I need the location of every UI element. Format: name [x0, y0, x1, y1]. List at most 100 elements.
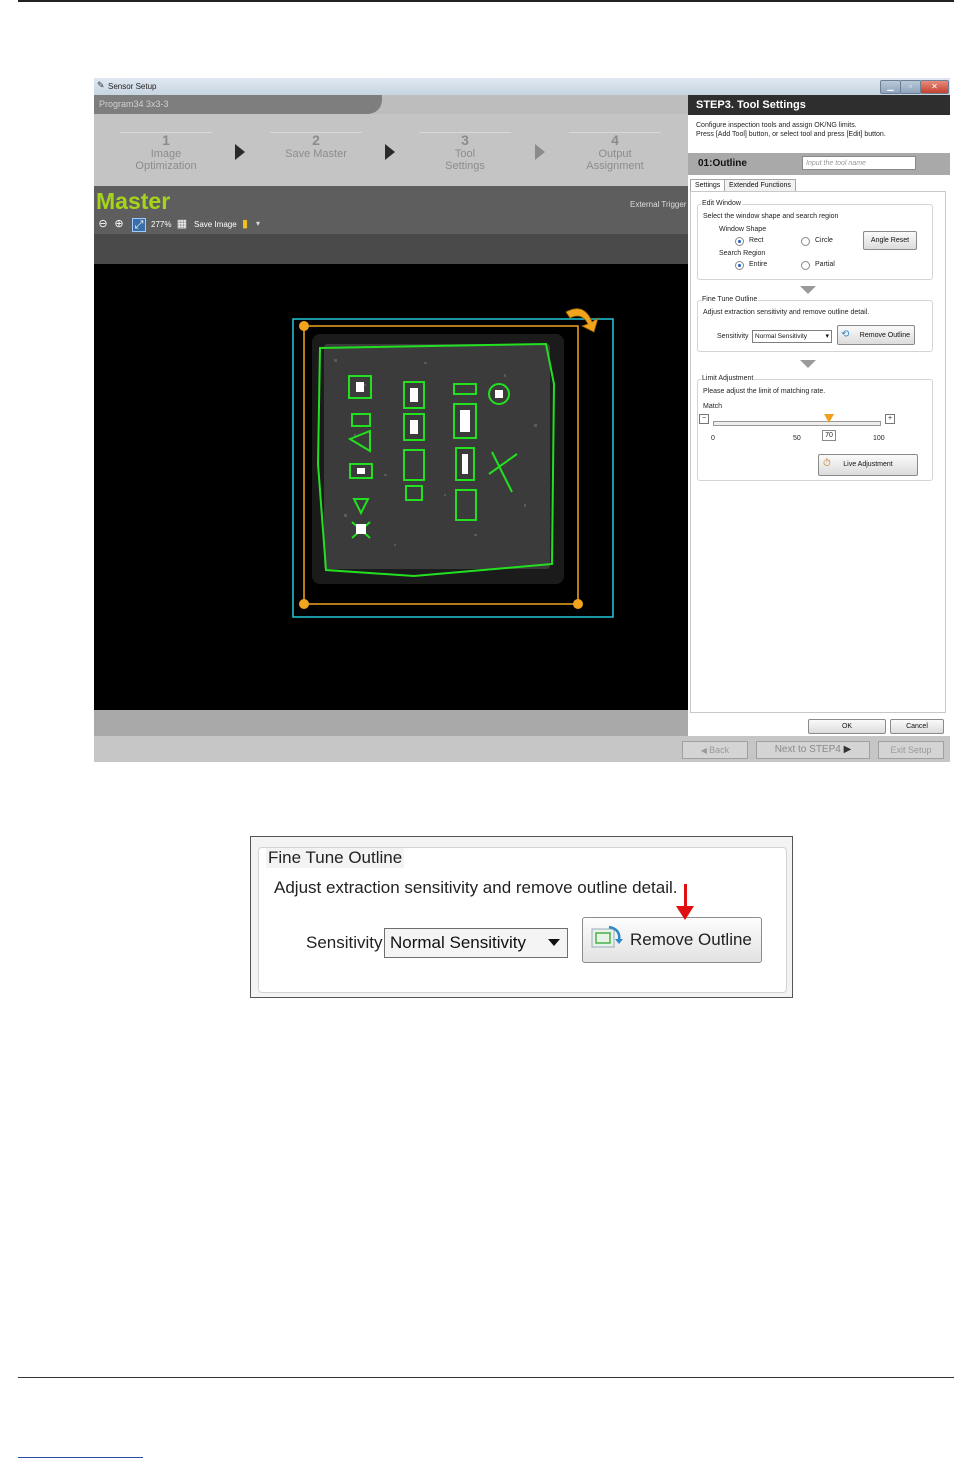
zoom-level: 277%	[151, 220, 172, 229]
step-1[interactable]: 1 Image Optimization	[120, 132, 212, 172]
image-viewer[interactable]	[94, 264, 688, 710]
next-arrow-icon: ▶	[840, 744, 852, 755]
callout-remove-outline-label: Remove Outline	[630, 930, 752, 949]
live-adjustment-button[interactable]: ⏱ Live Adjustment	[818, 454, 918, 476]
limit-adjustment-title: Limit Adjustment	[701, 375, 755, 382]
step-2[interactable]: 2 Save Master	[270, 132, 362, 160]
viewer-toolbar: ⊖ ⊕ ⤢ 277% ▦ Save Image ▮ ▾	[94, 214, 688, 234]
remove-outline-icon: ⟲	[841, 329, 850, 340]
tick-50: 50	[793, 435, 801, 442]
fine-tune-desc: Adjust extraction sensitivity and remove…	[703, 309, 870, 316]
callout-sensitivity-label: Sensitivity	[306, 933, 383, 952]
remove-outline-label: Remove Outline	[859, 332, 910, 339]
tab-extended-functions[interactable]: Extended Functions	[724, 179, 796, 191]
viewer-top-strip	[94, 234, 688, 264]
maximize-button[interactable]: ▫	[900, 80, 921, 94]
next-step-button[interactable]: Next to STEP4 ▶	[756, 741, 870, 759]
exit-setup-button[interactable]: Exit Setup	[878, 741, 944, 759]
radio-rect[interactable]	[735, 237, 744, 246]
settings-tabs: Settings Extended Functions	[690, 179, 944, 191]
next-step-label: Next to STEP4	[774, 744, 841, 755]
radio-rect-label: Rect	[749, 237, 764, 244]
window-title: Sensor Setup	[108, 82, 157, 91]
step-2-label: Save Master	[285, 148, 347, 160]
save-image-button[interactable]: Save Image	[194, 220, 237, 229]
ok-button[interactable]: OK	[808, 719, 886, 734]
flow-arrow-1	[800, 286, 816, 294]
remove-outline-button[interactable]: ⟲ Remove Outline	[837, 325, 915, 345]
panel-title: STEP3. Tool Settings	[696, 99, 806, 111]
back-button[interactable]: ◀ Back	[682, 741, 748, 759]
edit-window-desc: Select the window shape and search regio…	[703, 213, 839, 220]
app-icon: ✎	[97, 80, 105, 90]
step-3[interactable]: 3 Tool Settings	[419, 132, 511, 172]
window-shape-label: Window Shape	[719, 226, 767, 233]
viewer-bottom-strip	[94, 710, 688, 736]
radio-circle-label: Circle	[815, 237, 833, 244]
panel-description-line-1: Configure inspection tools and assign OK…	[696, 122, 857, 129]
edit-window-handle	[299, 599, 309, 609]
radio-partial-label: Partial	[815, 261, 835, 268]
flow-arrow-2	[800, 360, 816, 368]
step-navigation: 1 Image Optimization 2 Save Master 3 Too…	[94, 114, 688, 186]
footer-link-rule	[18, 1457, 143, 1458]
edit-window-handle	[299, 321, 309, 331]
pointer-arrow-shaft	[684, 884, 687, 908]
decrease-button[interactable]: −	[699, 414, 709, 424]
page-top-rule	[18, 0, 954, 2]
match-slider-track[interactable]	[713, 421, 881, 426]
zoom-in-icon[interactable]: ⊕	[113, 218, 125, 230]
step-3-label: Tool Settings	[445, 148, 485, 172]
master-header: Master External Trigger ⊖ ⊕ ⤢ 277% ▦ Sav…	[94, 186, 688, 234]
panel-header: STEP3. Tool Settings	[688, 95, 950, 115]
angle-reset-button[interactable]: Angle Reset	[863, 231, 917, 250]
part-face	[324, 344, 550, 569]
live-adjustment-label: Live Adjustment	[843, 461, 893, 468]
callout-sensitivity-select[interactable]: Normal Sensitivity	[384, 928, 568, 958]
tick-100: 100	[873, 435, 885, 442]
tool-name-input[interactable]: Input the tool name	[802, 156, 916, 170]
chevron-down-icon	[548, 939, 560, 946]
panel-description-line-2: Press [Add Tool] button, or select tool …	[696, 131, 886, 138]
back-arrow-icon: ◀	[700, 746, 710, 755]
wizard-footer: ◀ Back Next to STEP4 ▶ Exit Setup	[94, 736, 950, 762]
increase-button[interactable]: +	[885, 414, 895, 424]
radio-circle[interactable]	[801, 237, 810, 246]
live-adjustment-icon: ⏱	[823, 458, 831, 469]
tool-name-bar: 01:Outline Input the tool name	[688, 153, 950, 175]
tab-settings[interactable]: Settings	[690, 179, 726, 191]
page-bottom-rule	[18, 1377, 954, 1378]
step-4[interactable]: 4 Output Assignment	[569, 132, 661, 172]
close-button[interactable]: ✕	[920, 80, 949, 94]
search-region-label: Search Region	[719, 250, 766, 257]
cancel-button[interactable]: Cancel	[890, 719, 944, 734]
radio-entire[interactable]	[735, 261, 744, 270]
step-1-number: 1	[162, 132, 170, 148]
step-3-number: 3	[461, 132, 469, 148]
match-slider-thumb[interactable]	[824, 414, 834, 423]
step-arrow-2	[385, 144, 395, 160]
sensitivity-select[interactable]: Normal Sensitivity ▾	[752, 330, 832, 343]
sensitivity-label: Sensitivity	[717, 333, 749, 340]
limit-adjustment-desc: Please adjust the limit of matching rate…	[703, 388, 826, 395]
match-label: Match	[703, 403, 723, 410]
fine-tune-title: Fine Tune Outline	[701, 296, 759, 303]
fit-window-icon[interactable]: ⤢	[132, 218, 146, 232]
radio-partial[interactable]	[801, 261, 810, 270]
inspection-image[interactable]	[94, 264, 688, 710]
save-image-icon[interactable]: ▦	[176, 218, 188, 230]
toolbar-dropdown-icon[interactable]: ▾	[256, 219, 260, 228]
step-arrow-3	[535, 144, 545, 160]
zoom-out-icon[interactable]: ⊖	[97, 218, 109, 230]
panel-description: Configure inspection tools and assign OK…	[696, 121, 886, 139]
back-button-label: Back	[709, 745, 730, 755]
bookmark-icon[interactable]: ▮	[239, 218, 251, 230]
step-4-number: 4	[611, 132, 619, 148]
settings-tab-content: Edit Window Select the window shape and …	[690, 191, 946, 713]
edit-window-handle	[573, 599, 583, 609]
step-1-label: Image Optimization	[135, 148, 197, 172]
match-value[interactable]: 70	[822, 430, 836, 441]
remove-outline-icon	[591, 925, 623, 948]
rotate-handle-icon	[565, 308, 599, 333]
minimize-button[interactable]: ▁	[880, 80, 901, 94]
